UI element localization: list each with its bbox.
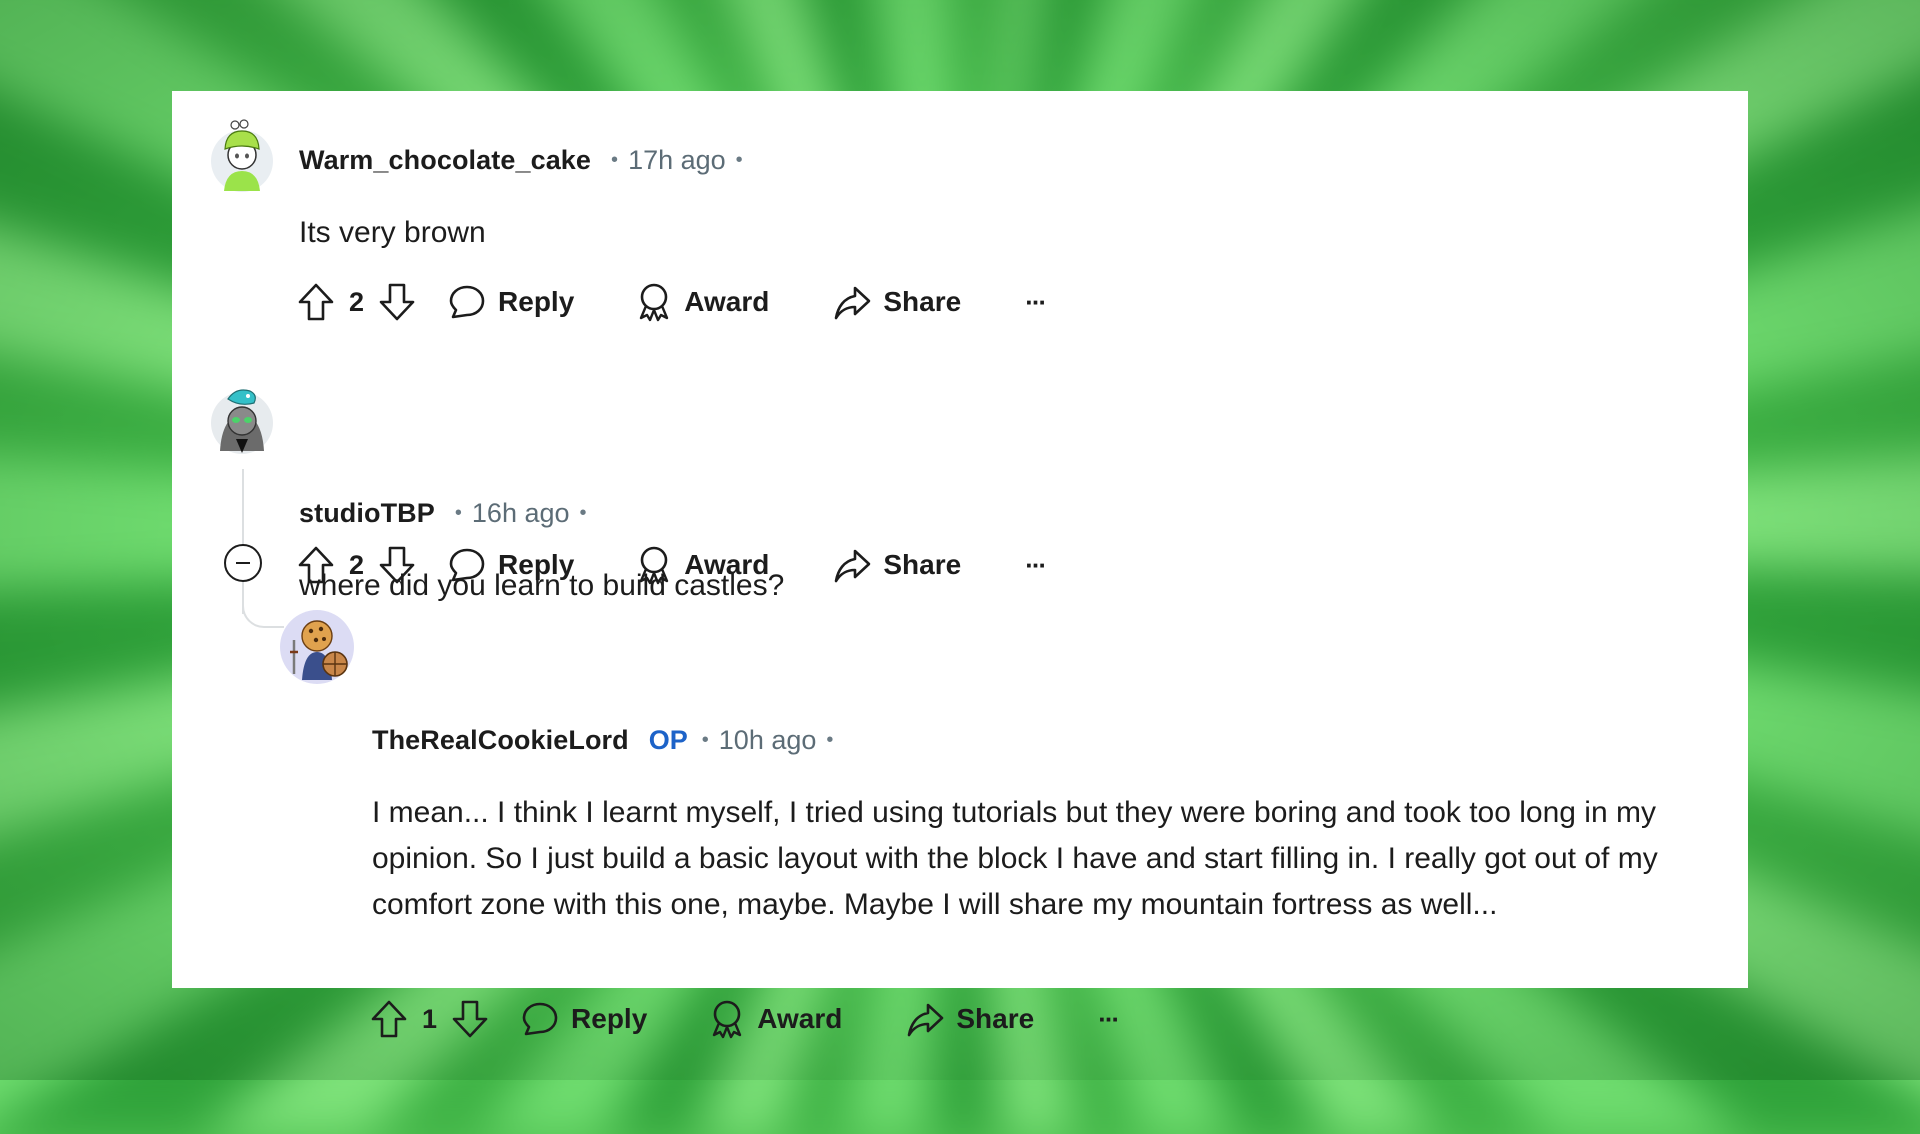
award-label: Award — [684, 286, 770, 317]
award-label: Award — [684, 549, 770, 580]
avatar[interactable] — [210, 381, 274, 454]
reply-icon — [521, 1000, 559, 1038]
comment-meta: studioTBP • 16h ago • — [299, 493, 597, 533]
username[interactable]: TheRealCookieLord — [372, 725, 629, 756]
comment-actions: 2 Reply Award Share ··· — [297, 543, 1047, 587]
share-icon — [906, 1000, 944, 1038]
comment-body: Its very brown — [299, 216, 486, 249]
separator-dot: • — [826, 728, 834, 751]
vote-count: 2 — [349, 549, 365, 580]
separator-dot: • — [579, 501, 587, 524]
comment-meta: Warm_chocolate_cake • 17h ago • — [299, 140, 753, 180]
vote-count: 1 — [422, 1003, 438, 1034]
award-icon — [709, 999, 745, 1039]
share-label: Share — [883, 286, 962, 317]
more-options-icon[interactable]: ··· — [1098, 1004, 1120, 1035]
separator-dot: • — [735, 148, 743, 171]
reply-icon — [448, 546, 486, 584]
comment-actions: 1 Reply Award Share ··· — [370, 997, 1120, 1041]
upvote-icon[interactable] — [370, 999, 408, 1039]
more-options-icon[interactable]: ··· — [1025, 287, 1047, 318]
separator-dot: • — [701, 728, 709, 751]
username[interactable]: studioTBP — [299, 498, 435, 529]
comment-meta: TheRealCookieLord OP • 10h ago • — [372, 720, 843, 760]
avatar-image-therealcookielord — [280, 610, 354, 684]
avatar[interactable] — [210, 119, 274, 192]
award-label: Award — [757, 1003, 843, 1034]
vote-count: 2 — [349, 286, 365, 317]
reply-label: Reply — [498, 286, 575, 317]
timestamp[interactable]: 17h ago — [628, 145, 726, 176]
reply-label: Reply — [571, 1003, 648, 1034]
reply-button[interactable]: Reply — [521, 1000, 647, 1038]
award-icon — [636, 545, 672, 585]
reply-icon — [448, 283, 486, 321]
comment-actions: 2 Reply Award Share ··· — [297, 280, 1047, 324]
downvote-icon[interactable] — [378, 545, 416, 585]
downvote-icon[interactable] — [378, 282, 416, 322]
downvote-icon[interactable] — [451, 999, 489, 1039]
reply-button[interactable]: Reply — [448, 546, 574, 584]
award-button[interactable]: Award — [636, 545, 769, 585]
share-button[interactable]: Share — [906, 1000, 1034, 1038]
comment-thread-card: Warm_chocolate_cake • 17h ago • Its very… — [172, 91, 1748, 1039]
timestamp[interactable]: 16h ago — [472, 498, 570, 529]
username[interactable]: Warm_chocolate_cake — [299, 145, 591, 176]
award-button[interactable]: Award — [636, 282, 769, 322]
upvote-icon[interactable] — [297, 545, 335, 585]
upvote-icon[interactable] — [297, 282, 335, 322]
timestamp[interactable]: 10h ago — [719, 725, 817, 756]
share-icon — [833, 283, 871, 321]
reply-button[interactable]: Reply — [448, 283, 574, 321]
avatar-image-warm-chocolate-cake — [211, 119, 273, 192]
share-label: Share — [883, 549, 962, 580]
reply-label: Reply — [498, 549, 575, 580]
separator-dot: • — [611, 148, 619, 171]
award-button[interactable]: Award — [709, 999, 842, 1039]
thread-connector — [242, 582, 284, 628]
separator-dot: • — [454, 501, 462, 524]
award-icon — [636, 282, 672, 322]
share-label: Share — [956, 1003, 1035, 1034]
more-options-icon[interactable]: ··· — [1025, 550, 1047, 581]
op-badge: OP — [648, 724, 688, 755]
avatar[interactable] — [280, 610, 354, 684]
share-icon — [833, 546, 871, 584]
share-button[interactable]: Share — [833, 546, 961, 584]
collapse-thread-button[interactable] — [224, 544, 262, 582]
comment-body: I mean... I think I learnt myself, I tri… — [372, 796, 1658, 921]
avatar-image-studiotbp — [211, 389, 273, 454]
share-button[interactable]: Share — [833, 283, 961, 321]
